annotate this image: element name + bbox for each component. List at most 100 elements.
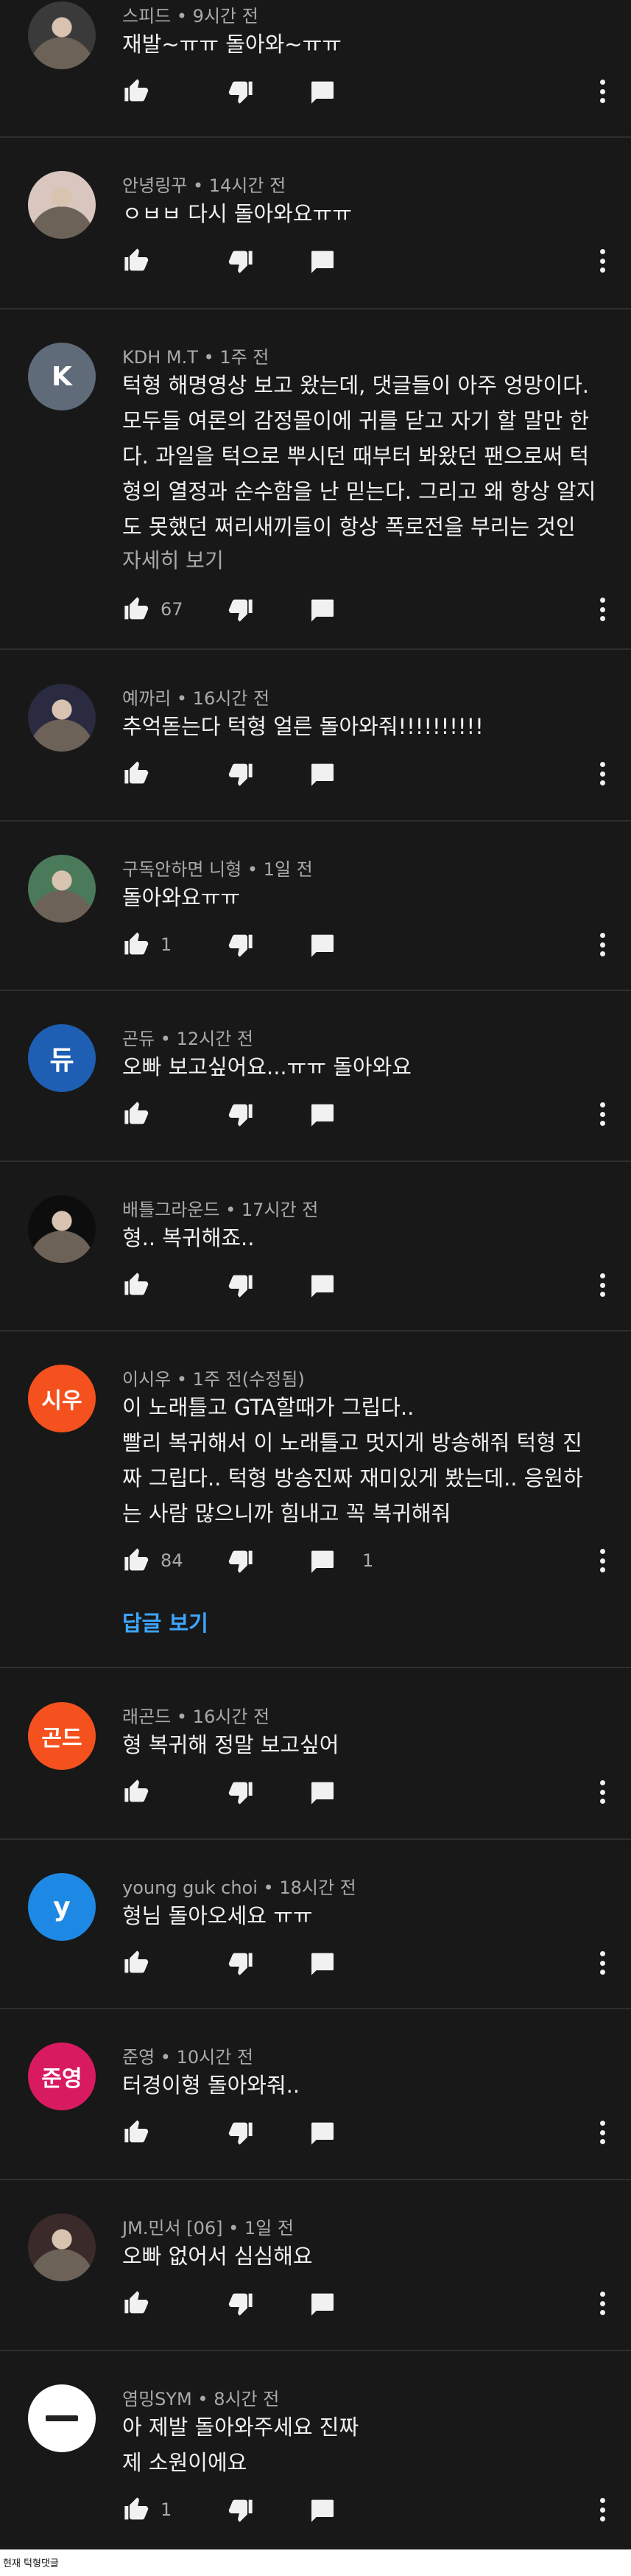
author-name[interactable]: JM.민서 [06] (122, 2218, 222, 2239)
reply-button[interactable] (308, 2287, 337, 2320)
author-name[interactable]: 스피드 (122, 6, 171, 27)
author-name[interactable]: 곤듀 (122, 1029, 155, 1049)
dislike-button[interactable] (225, 1947, 255, 1979)
avatar[interactable] (28, 171, 96, 239)
kebab-dot (599, 771, 605, 777)
header-separator: • (155, 1029, 177, 1049)
reply-button[interactable] (308, 2116, 337, 2149)
reply-button[interactable] (308, 928, 337, 961)
avatar[interactable]: 시우 (28, 1365, 96, 1432)
kebab-dot (599, 1567, 605, 1572)
like-button[interactable] (122, 245, 152, 277)
avatar-letter: y (53, 1891, 71, 1922)
dislike-button[interactable] (225, 757, 255, 790)
avatar-letter: 곤드 (41, 1726, 82, 1751)
author-name[interactable]: 예까리 (122, 688, 171, 709)
dislike-button[interactable] (225, 1269, 255, 1301)
reply-button[interactable] (308, 245, 337, 277)
kebab-dot (599, 1282, 605, 1288)
reply-button[interactable]: 1 (308, 1544, 373, 1577)
dislike-button[interactable] (225, 2116, 255, 2149)
reply-button[interactable] (308, 1947, 337, 1979)
thumb-up-icon (124, 1950, 149, 1973)
kebab-dot (599, 88, 605, 94)
header-separator: • (171, 1707, 193, 1727)
dislike-button[interactable] (225, 593, 255, 626)
more-vertical-icon[interactable] (599, 2118, 606, 2147)
like-button[interactable] (122, 1269, 152, 1301)
comment-header: 예까리 • 16시간 전 (122, 684, 269, 710)
author-name[interactable]: 염밍SYM (122, 2389, 192, 2409)
reply-button[interactable] (308, 1776, 337, 1808)
more-vertical-icon[interactable] (599, 2289, 606, 2318)
kebab-dot (599, 2498, 605, 2503)
avatar[interactable] (28, 1195, 96, 1263)
avatar[interactable]: K (28, 343, 96, 410)
like-button[interactable] (122, 1098, 152, 1130)
dislike-button[interactable] (225, 75, 255, 108)
like-button[interactable]: 84 (122, 1544, 183, 1577)
reply-count: 1 (362, 1550, 374, 1571)
author-name[interactable]: 이시우 (122, 1369, 171, 1390)
author-name[interactable]: 래곤드 (122, 1707, 171, 1727)
view-replies-link[interactable]: 답글 보기 (122, 1606, 208, 1637)
author-name[interactable]: 배틀그라운드 (122, 1200, 219, 1220)
reply-button[interactable] (308, 2493, 337, 2526)
more-vertical-icon[interactable] (599, 246, 606, 276)
avatar[interactable] (28, 1, 96, 69)
more-vertical-icon[interactable] (599, 1948, 606, 1978)
dislike-button[interactable] (225, 2287, 255, 2320)
comment-time: 18시간 전 (279, 1877, 356, 1898)
thumb-down-icon (228, 251, 253, 273)
reply-button[interactable] (308, 757, 337, 790)
like-button[interactable] (122, 1947, 152, 1979)
author-name[interactable]: 구독안하면 니형 (122, 859, 242, 880)
avatar[interactable] (28, 2384, 96, 2452)
more-vertical-icon[interactable] (599, 1099, 606, 1129)
more-vertical-icon[interactable] (599, 1546, 606, 1575)
avatar[interactable] (28, 2213, 96, 2281)
dislike-button[interactable] (225, 2493, 255, 2526)
like-button[interactable]: 67 (122, 593, 183, 626)
avatar[interactable] (28, 855, 96, 923)
reply-button[interactable] (308, 593, 337, 626)
avatar[interactable]: y (28, 1873, 96, 1941)
reply-button[interactable] (308, 1269, 337, 1301)
author-name[interactable]: 안녕링꾸 (122, 175, 187, 196)
like-button[interactable] (122, 757, 152, 790)
comment-item: 구독안하면 니형 • 1일 전 돌아와요ㅠㅠ 1 (0, 822, 631, 992)
more-vertical-icon[interactable] (599, 1777, 606, 1807)
author-name[interactable]: KDH M.T (122, 347, 198, 368)
reply-button[interactable] (308, 75, 337, 108)
more-vertical-icon[interactable] (599, 77, 606, 106)
dislike-button[interactable] (225, 1776, 255, 1808)
avatar-letter: K (52, 361, 72, 392)
more-vertical-icon[interactable] (599, 595, 606, 624)
comment-text-line: ㅇㅂㅂ 다시 돌아와요ㅠㅠ (122, 201, 352, 226)
avatar[interactable]: 곤드 (28, 1702, 96, 1770)
author-name[interactable]: 준영 (122, 2047, 155, 2068)
avatar[interactable]: 준영 (28, 2043, 96, 2110)
avatar[interactable]: 듀 (28, 1024, 96, 1092)
dislike-button[interactable] (225, 1098, 255, 1130)
more-vertical-icon[interactable] (599, 930, 606, 959)
more-vertical-icon[interactable] (599, 759, 606, 788)
dislike-button[interactable] (225, 928, 255, 961)
like-button[interactable] (122, 2116, 152, 2149)
read-more-link[interactable]: 자세히 보기 (122, 545, 224, 574)
like-button[interactable]: 1 (122, 2493, 172, 2526)
dislike-button[interactable] (225, 245, 255, 277)
like-button[interactable] (122, 75, 152, 108)
comment-item: 듀 곤듀 • 12시간 전 오빠 보고싶어요...ㅠㅠ 돌아와요 (0, 992, 631, 1161)
avatar[interactable] (28, 684, 96, 752)
comment-text-line: 아 제발 돌아와주세요 진짜 (122, 2415, 359, 2440)
like-button[interactable] (122, 1776, 152, 1808)
like-button[interactable]: 1 (122, 928, 172, 961)
more-vertical-icon[interactable] (599, 1270, 606, 1300)
like-button[interactable] (122, 2287, 152, 2320)
comment-text: 형 복귀해 정말 보고싶어 (122, 1727, 602, 1763)
author-name[interactable]: young guk choi (122, 1877, 258, 1898)
dislike-button[interactable] (225, 1544, 255, 1577)
more-vertical-icon[interactable] (599, 2495, 606, 2524)
reply-button[interactable] (308, 1098, 337, 1130)
